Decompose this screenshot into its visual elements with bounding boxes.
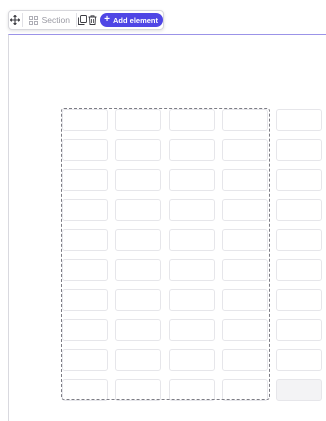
grid-cell[interactable] xyxy=(169,289,215,311)
grid-cell[interactable] xyxy=(222,259,268,281)
grid-cell[interactable] xyxy=(222,379,268,401)
grid-cell[interactable] xyxy=(276,319,322,341)
grid-cell[interactable] xyxy=(115,379,161,401)
grid-cell[interactable] xyxy=(169,229,215,251)
grid-cell[interactable] xyxy=(222,199,268,221)
grid-cell[interactable] xyxy=(115,259,161,281)
grid-cell[interactable] xyxy=(222,139,268,161)
grid-cell[interactable] xyxy=(169,349,215,371)
move-handle[interactable] xyxy=(9,11,22,29)
grid-cell[interactable] xyxy=(169,109,215,131)
grid-cell[interactable] xyxy=(169,259,215,281)
delete-button[interactable] xyxy=(87,11,98,29)
grid-cell[interactable] xyxy=(222,229,268,251)
grid-cell[interactable] xyxy=(276,259,322,281)
grid-cell[interactable] xyxy=(115,169,161,191)
grid-cell[interactable] xyxy=(169,379,215,401)
grid-cell[interactable] xyxy=(222,349,268,371)
grid-cell[interactable] xyxy=(62,199,108,221)
grid-cell[interactable] xyxy=(62,229,108,251)
section-toolbar: Section + Add element xyxy=(8,10,164,30)
grid-cell[interactable] xyxy=(115,289,161,311)
grid-cell[interactable] xyxy=(62,259,108,281)
add-element-button[interactable]: + Add element xyxy=(100,13,163,27)
plus-icon: + xyxy=(104,14,110,25)
grid-cell[interactable] xyxy=(115,319,161,341)
grid-cell[interactable] xyxy=(276,199,322,221)
grid-cell[interactable] xyxy=(115,349,161,371)
grid-cell[interactable] xyxy=(115,109,161,131)
grid-cell[interactable] xyxy=(62,379,108,401)
grid-cell[interactable] xyxy=(115,139,161,161)
grid-cell[interactable] xyxy=(62,139,108,161)
section-selector[interactable]: Section xyxy=(23,11,76,29)
grid-cell[interactable] xyxy=(276,349,322,371)
layout-grid-icon xyxy=(28,15,38,25)
grid-cell[interactable] xyxy=(169,169,215,191)
grid-cell[interactable] xyxy=(62,109,108,131)
grid-cell[interactable] xyxy=(276,139,322,161)
grid-cell[interactable] xyxy=(115,199,161,221)
grid-cell[interactable] xyxy=(222,319,268,341)
grid-cell[interactable] xyxy=(222,169,268,191)
grid-cell[interactable] xyxy=(276,379,322,401)
grid-cell[interactable] xyxy=(169,199,215,221)
grid-cell[interactable] xyxy=(62,289,108,311)
grid-cell[interactable] xyxy=(222,109,268,131)
grid-cell[interactable] xyxy=(169,139,215,161)
grid-cell[interactable] xyxy=(62,319,108,341)
grid-cell[interactable] xyxy=(62,349,108,371)
grid-cell[interactable] xyxy=(276,169,322,191)
grid-cell[interactable] xyxy=(115,229,161,251)
editor-canvas: Section + Add element xyxy=(0,0,326,421)
section-label: Section xyxy=(41,15,70,25)
copy-icon xyxy=(77,15,87,25)
grid-cell[interactable] xyxy=(169,319,215,341)
grid-cell[interactable] xyxy=(62,169,108,191)
grid-cell[interactable] xyxy=(276,289,322,311)
grid-cell[interactable] xyxy=(222,289,268,311)
grid-cell[interactable] xyxy=(276,229,322,251)
move-icon xyxy=(10,15,21,25)
grid-cell[interactable] xyxy=(276,109,322,131)
trash-icon xyxy=(88,15,97,25)
add-element-label: Add element xyxy=(112,15,158,25)
duplicate-button[interactable] xyxy=(77,11,88,29)
